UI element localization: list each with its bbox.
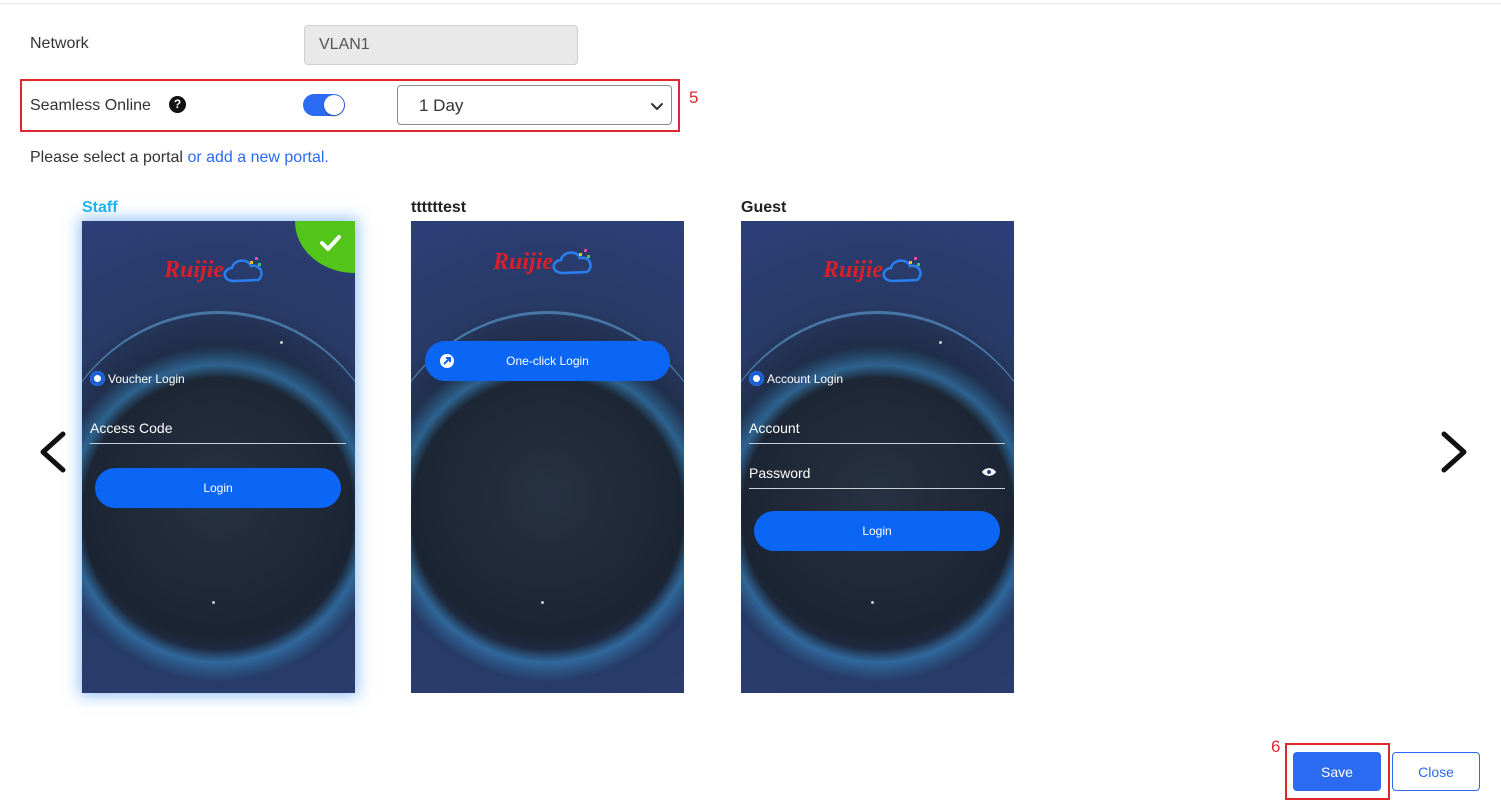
account-field[interactable]: Account xyxy=(749,416,1005,444)
network-label: Network xyxy=(30,35,89,52)
voucher-login-text: Voucher Login xyxy=(108,371,185,386)
network-field: VLAN1 xyxy=(304,25,578,65)
add-portal-link[interactable]: or add a new portal. xyxy=(187,149,328,166)
portal-card-ttttttest[interactable]: Ruijie One-click Login xyxy=(411,221,684,693)
eye-icon[interactable] xyxy=(981,467,997,477)
svg-text:Ruijie: Ruijie xyxy=(822,257,883,283)
star-dot xyxy=(212,601,215,604)
portal-card-guest[interactable]: Ruijie Account Login Account Password Lo… xyxy=(741,221,1014,693)
chevron-left-icon[interactable] xyxy=(37,430,67,474)
portal-title-staff: Staff xyxy=(82,199,118,216)
user-icon xyxy=(749,371,764,386)
svg-text:Ruijie: Ruijie xyxy=(163,257,224,283)
annotation-number-step6: 6 xyxy=(1271,737,1281,756)
ruijie-logo: Ruijie xyxy=(163,257,263,283)
select-value: 1 Day xyxy=(419,96,464,115)
star-dot xyxy=(871,601,874,604)
close-button[interactable]: Close xyxy=(1392,752,1480,791)
password-placeholder: Password xyxy=(749,465,811,481)
star-dot xyxy=(939,341,942,344)
toggle-knob xyxy=(324,95,344,115)
guest-login-button[interactable]: Login xyxy=(754,511,1000,551)
portal-card-staff[interactable]: Ruijie Voucher Login Access Code Login xyxy=(82,221,355,693)
portal-hint-text: Please select a portal xyxy=(30,149,183,166)
ruijie-logo: Ruijie xyxy=(492,249,592,275)
link-icon xyxy=(440,354,454,368)
star-dot xyxy=(280,341,283,344)
help-icon[interactable]: ? xyxy=(169,96,186,113)
staff-login-button[interactable]: Login xyxy=(95,468,341,508)
seamless-duration-select[interactable]: 1 Day xyxy=(397,85,672,125)
top-divider xyxy=(0,3,1501,4)
one-click-login-button[interactable]: One-click Login xyxy=(425,341,670,381)
selected-check-badge xyxy=(295,221,355,273)
globe-glow xyxy=(741,311,1014,691)
seamless-online-label: Seamless Online xyxy=(30,97,151,114)
access-code-placeholder: Access Code xyxy=(90,420,173,436)
access-code-field[interactable]: Access Code xyxy=(90,416,346,444)
password-field[interactable]: Password xyxy=(749,461,1005,489)
account-login-text: Account Login xyxy=(767,371,844,386)
star-dot xyxy=(541,601,544,604)
portal-hint: Please select a portal or add a new port… xyxy=(30,149,329,167)
annotation-number-step5: 5 xyxy=(689,88,699,107)
ruijie-logo: Ruijie xyxy=(822,257,922,283)
chevron-down-icon xyxy=(651,103,663,110)
save-button[interactable]: Save xyxy=(1293,752,1381,791)
svg-text:Ruijie: Ruijie xyxy=(492,249,553,275)
chevron-right-icon[interactable] xyxy=(1440,430,1470,474)
ticket-icon xyxy=(90,371,105,386)
portal-title-guest: Guest xyxy=(741,199,787,216)
account-placeholder: Account xyxy=(749,420,800,436)
seamless-online-toggle[interactable] xyxy=(303,94,345,116)
one-click-login-text: One-click Login xyxy=(506,354,589,368)
account-login-label: Account Login xyxy=(749,371,843,386)
portal-title-ttttttest: ttttttest xyxy=(411,199,467,216)
voucher-login-label: Voucher Login xyxy=(90,371,185,386)
